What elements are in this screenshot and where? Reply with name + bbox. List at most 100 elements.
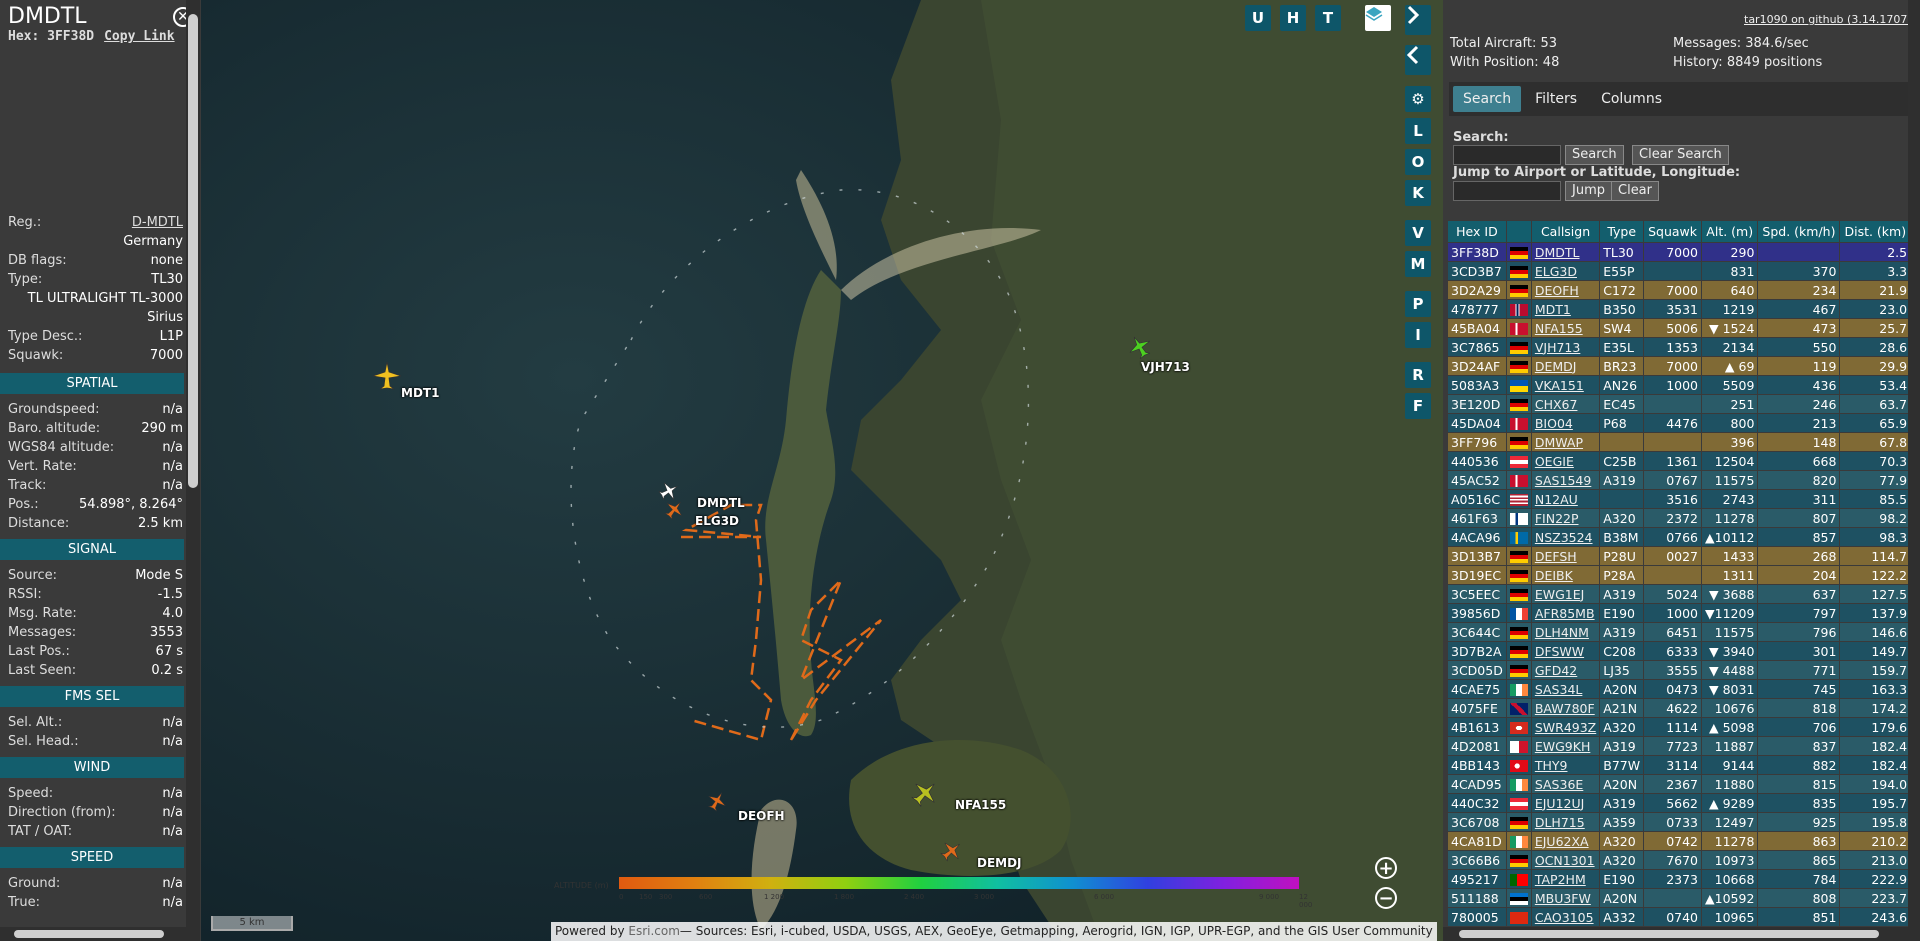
column-header[interactable]: Squawk — [1643, 220, 1703, 243]
table-row[interactable]: 3C7865VJH713E35L1353213455028.6-2 — [1447, 337, 1920, 357]
clear-search-button[interactable]: Clear Search — [1632, 145, 1729, 165]
callsign-link[interactable]: OCN1301 — [1535, 853, 1595, 868]
column-header[interactable]: Spd. (km/h) — [1757, 220, 1841, 243]
table-row[interactable]: 3FF38DDMDTLTL3070002902.5-1 — [1447, 242, 1920, 262]
callsign-link[interactable]: DLH715 — [1535, 815, 1585, 830]
callsign-link[interactable]: SAS34L — [1535, 682, 1583, 697]
toggle-i-button[interactable]: I — [1405, 322, 1431, 348]
table-row[interactable]: 4CAD95SAS36EA20N236711880815194.0-16 — [1447, 774, 1920, 794]
copy-link[interactable]: Copy Link — [104, 29, 174, 44]
callsign-link[interactable]: N12AU — [1535, 492, 1578, 507]
table-row[interactable]: 511188MBU3FWA20N▲10592808223.7-18 — [1447, 888, 1920, 908]
callsign-link[interactable]: EJU12UJ — [1535, 796, 1584, 811]
toggle-h-button[interactable]: H — [1280, 5, 1306, 31]
table-row[interactable]: 4075FEBAW780FA21N462210676818174.2-18 — [1447, 698, 1920, 718]
table-row[interactable]: 440C32EJU12UJA3195662▲ 9289835195.7-8 — [1447, 793, 1920, 813]
reg-link[interactable]: D-MDTL — [132, 215, 183, 230]
settings-gear-icon[interactable]: ⚙ — [1405, 86, 1431, 112]
table-row[interactable]: 3D24AFDEMDJBR237000▲ 6911929.9-6 — [1447, 356, 1920, 376]
callsign-link[interactable]: MDT1 — [1535, 302, 1571, 317]
callsign-link[interactable]: GFD42 — [1535, 663, 1577, 678]
esri-link[interactable]: Esri.com — [628, 924, 680, 938]
table-row[interactable]: 3D2A29DEOFHC172700064023421.9-2 — [1447, 280, 1920, 300]
table-row[interactable]: 780005CAO3105A332074010965851243.6-15 — [1447, 907, 1920, 927]
column-header[interactable]: Callsign — [1530, 220, 1601, 243]
table-row[interactable]: 3CD3B7ELG3DE55P8313703.3-1 — [1447, 261, 1920, 281]
column-header[interactable]: Alt. (m) — [1701, 220, 1759, 243]
callsign-link[interactable]: NSZ3524 — [1535, 530, 1593, 545]
callsign-link[interactable]: MBU3FW — [1535, 891, 1591, 906]
callsign-link[interactable]: TAP2HM — [1535, 872, 1586, 887]
table-row[interactable]: 4B1613SWR493ZA3201114▲ 5098706179.6-16 — [1447, 717, 1920, 737]
jump-input[interactable] — [1453, 181, 1561, 201]
table-row[interactable]: A0516CN12AU3516274331185.5-17 — [1447, 489, 1920, 509]
toggle-t-button[interactable]: T — [1315, 5, 1341, 31]
callsign-link[interactable]: DEIBK — [1535, 568, 1573, 583]
table-row[interactable]: 4ACA96NSZ3524B38M0766▲1011285798.3-2 — [1447, 527, 1920, 547]
search-button[interactable]: Search — [1565, 145, 1624, 165]
toggle-u-button[interactable]: U — [1245, 5, 1271, 31]
table-row[interactable]: 3C5EECEWG1EJA3195024▼ 3688637127.5-18 — [1447, 584, 1920, 604]
toggle-v-button[interactable]: V — [1405, 220, 1431, 246]
table-row[interactable]: 461F63FIN22PA32023721127880798.2-2 — [1447, 508, 1920, 528]
details-h-scrollbar[interactable] — [0, 927, 186, 941]
table-row[interactable]: 3E120DCHX67EC4525124663.7-19 — [1447, 394, 1920, 414]
list-h-scrollbar[interactable] — [1443, 927, 1920, 941]
callsign-link[interactable]: EWG9KH — [1535, 739, 1591, 754]
zoom-in-button[interactable]: + — [1375, 857, 1397, 879]
callsign-link[interactable]: NFA155 — [1535, 321, 1583, 336]
tab-search[interactable]: Search — [1453, 86, 1522, 112]
table-row[interactable]: 440536OEGIEC25B13611250466870.3-11 — [1447, 451, 1920, 471]
callsign-link[interactable]: DMWAP — [1535, 435, 1583, 450]
table-row[interactable]: 45DA04BIO04P68447680021365.9-14 — [1447, 413, 1920, 433]
callsign-link[interactable]: BAW780F — [1535, 701, 1595, 716]
jump-button[interactable]: Jump — [1565, 181, 1612, 201]
callsign-link[interactable]: FIN22P — [1535, 511, 1579, 526]
callsign-link[interactable]: THY9 — [1535, 758, 1568, 773]
callsign-link[interactable]: DEOFH — [1535, 283, 1579, 298]
zoom-out-button[interactable]: − — [1375, 887, 1397, 909]
table-row[interactable]: 3C66B6OCN1301A320767010973865213.0-14 — [1447, 850, 1920, 870]
callsign-link[interactable]: EWG1EJ — [1535, 587, 1584, 602]
column-header[interactable] — [1505, 220, 1532, 243]
layers-icon[interactable] — [1365, 5, 1391, 31]
table-row[interactable]: 4CA81DEJU62XAA320074211278863210.2-5 — [1447, 831, 1920, 851]
toggle-r-button[interactable]: R — [1405, 362, 1431, 388]
callsign-link[interactable]: SAS1549 — [1535, 473, 1591, 488]
toggle-m-button[interactable]: M — [1405, 251, 1431, 277]
table-row[interactable]: 495217TAP2HME190237310668784222.9-18 — [1447, 869, 1920, 889]
toggle-k-button[interactable]: K — [1405, 180, 1431, 206]
table-row[interactable]: 4D2081EWG9KHA319772311887837182.4-9 — [1447, 736, 1920, 756]
details-scrollbar[interactable] — [186, 0, 200, 941]
callsign-link[interactable]: ELG3D — [1535, 264, 1577, 279]
toggle-f-button[interactable]: F — [1405, 393, 1431, 419]
table-row[interactable]: 3CD05DGFD42LJ353555▼ 4488771159.7-18 — [1447, 660, 1920, 680]
clear-jump-button[interactable]: Clear — [1611, 181, 1659, 201]
column-header[interactable]: Type — [1599, 220, 1645, 243]
table-row[interactable]: 3D19ECDEIBKP28A1311204122.2-18 — [1447, 565, 1920, 585]
tab-columns[interactable]: Columns — [1591, 86, 1672, 112]
table-row[interactable]: 45AC52SAS1549A31907671157582077.9-2 — [1447, 470, 1920, 490]
callsign-link[interactable]: DMDTL — [1535, 245, 1580, 260]
collapse-sidebar-icon[interactable] — [1405, 5, 1431, 35]
callsign-link[interactable]: DEFSH — [1535, 549, 1577, 564]
callsign-link[interactable]: VKA151 — [1535, 378, 1584, 393]
table-row[interactable]: 3C644CDLH4NMA319645111575796146.6-13 — [1447, 622, 1920, 642]
callsign-link[interactable]: OEGIE — [1535, 454, 1574, 469]
callsign-link[interactable]: BIO04 — [1535, 416, 1573, 431]
table-row[interactable]: 4CAE75SAS34LA20N0473▼ 8031745163.3-15 — [1447, 679, 1920, 699]
callsign-link[interactable]: CHX67 — [1535, 397, 1578, 412]
toggle-l-button[interactable]: L — [1405, 118, 1431, 144]
toggle-o-button[interactable]: O — [1405, 149, 1431, 175]
table-row[interactable]: 3FF796DMWAP39614867.8-14 — [1447, 432, 1920, 452]
github-link[interactable]: tar1090 on github (3.14.1707) — [1744, 13, 1912, 26]
callsign-link[interactable]: AFR85MB — [1535, 606, 1595, 621]
table-row[interactable]: 4BB143THY9B77W31149144882182.4-16 — [1447, 755, 1920, 775]
map-view[interactable]: MDT1 VJH713 DMDTL ELG3D DEOFH NFA155 DEM… — [201, 0, 1443, 941]
column-header[interactable]: Hex ID — [1447, 220, 1507, 243]
table-row[interactable]: 3C6708DLH715A359073312497925195.8-17 — [1447, 812, 1920, 832]
table-row[interactable]: 3D13B7DEFSHP28U00271433268114.7-17 — [1447, 546, 1920, 566]
callsign-link[interactable]: CAO3105 — [1535, 910, 1594, 925]
callsign-link[interactable]: EJU62XA — [1535, 834, 1589, 849]
column-header[interactable]: Dist. (km) — [1839, 220, 1912, 243]
